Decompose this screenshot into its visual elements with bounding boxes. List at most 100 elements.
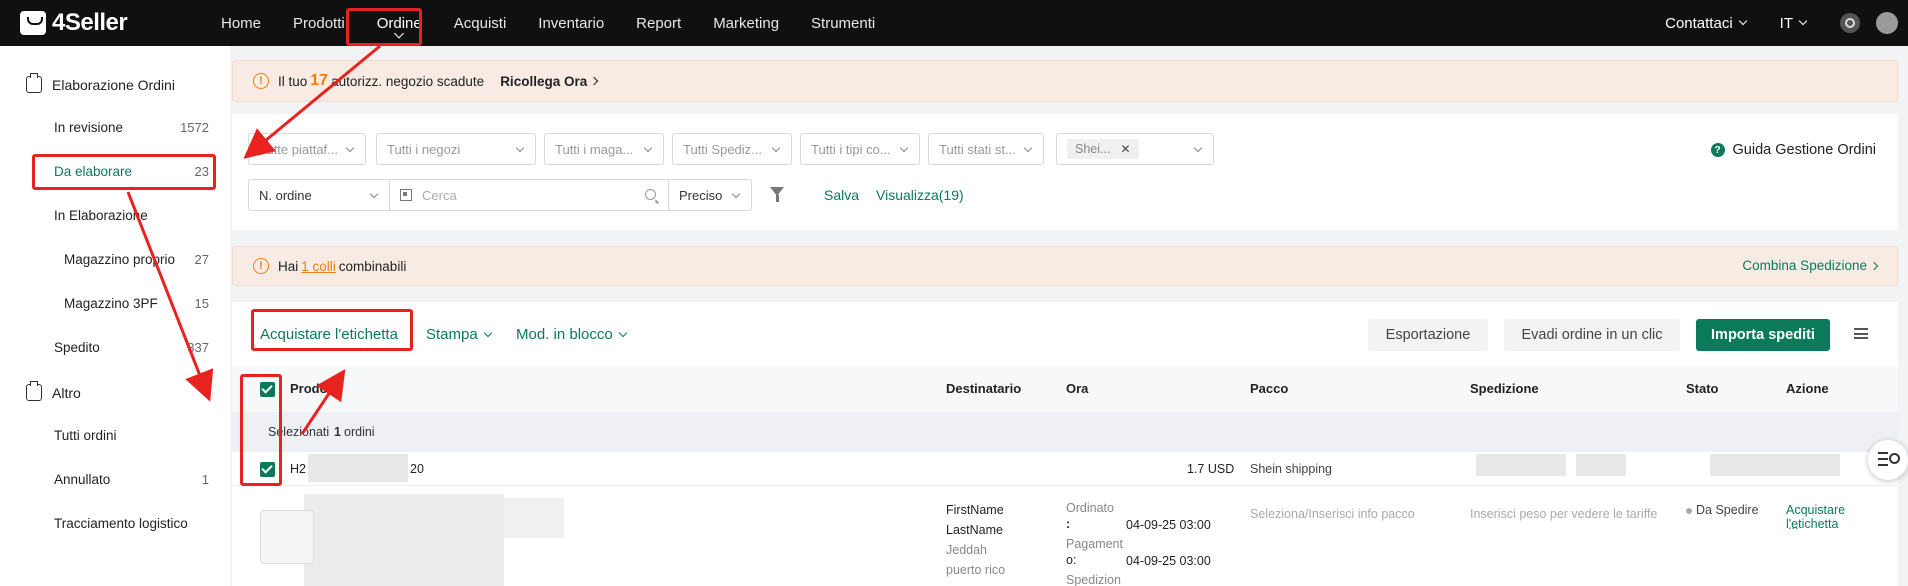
- sidebar-item-shipped[interactable]: Spedito 337: [54, 340, 209, 355]
- filter-panel: Tutte piattaf... Tutti i negozi Tutti i …: [232, 114, 1898, 230]
- platform-select[interactable]: Tutte piattaf...: [248, 133, 366, 165]
- annotation-box-buy-label: [251, 309, 413, 351]
- top-navigation-bar: 4Seller Home Prodotti Ordine Acquisti In…: [0, 0, 1908, 46]
- save-link[interactable]: Salva: [824, 187, 859, 203]
- search-input[interactable]: Cerca: [389, 179, 669, 211]
- ordered-label: Ordinato: [1066, 501, 1114, 515]
- sidebar-item-count: 337: [187, 340, 209, 355]
- sidebar-item-in-review[interactable]: In revisione 1572: [54, 120, 209, 135]
- order-guide-link[interactable]: ? Guida Gestione Ordini: [1710, 142, 1876, 158]
- settings-gear-icon[interactable]: [1840, 13, 1860, 33]
- nav-marketing[interactable]: Marketing: [697, 0, 795, 46]
- sidebar-item-in-processing[interactable]: In Elaborazione: [54, 208, 209, 223]
- sidebar-item-label: In revisione: [54, 120, 124, 135]
- chevron-down-icon: [643, 143, 653, 153]
- contact-menu[interactable]: Contattaci: [1665, 15, 1747, 32]
- sidebar-item-own-warehouse[interactable]: Magazzino proprio 27: [64, 252, 209, 267]
- language-menu[interactable]: IT: [1780, 15, 1808, 32]
- view-link[interactable]: Visualizza(19): [876, 187, 964, 203]
- shipping-select[interactable]: Tutti Spediz...: [672, 133, 792, 165]
- chevron-down-icon: [899, 143, 909, 153]
- combine-shipment-link[interactable]: Combina Spedizione: [1742, 258, 1879, 273]
- selected-count: 1: [334, 425, 341, 439]
- print-menu[interactable]: Stampa: [426, 326, 492, 343]
- one-click-fulfill-button[interactable]: Evadi ordine in un clic: [1504, 319, 1680, 351]
- sidebar-group-label: Elaborazione Ordini: [52, 76, 175, 93]
- selected-suffix: ordini: [344, 425, 375, 439]
- alert-suffix: combinabili: [338, 258, 407, 274]
- select-value: Tutti i maga...: [555, 141, 634, 157]
- sidebar-item-3pf-warehouse[interactable]: Magazzino 3PF 15: [64, 296, 209, 311]
- select-value: Tutte piattaf...: [259, 141, 339, 157]
- ordered-time: 04-09-25 03:00: [1126, 518, 1211, 532]
- store-select[interactable]: Tutti i negozi: [376, 133, 536, 165]
- scan-icon: [400, 189, 412, 201]
- select-value: Tutti stati st...: [939, 141, 1016, 157]
- select-value: N. ordine: [259, 187, 312, 203]
- sidebar-item-all-orders[interactable]: Tutti ordini: [54, 428, 209, 443]
- redacted-info: [1476, 454, 1566, 476]
- warning-icon: !: [253, 73, 269, 89]
- table-header: Prodotti Destinatario Ora Pacco Spedizio…: [232, 366, 1898, 412]
- avatar[interactable]: [1876, 12, 1898, 34]
- annotation-box-to-process: [32, 154, 216, 190]
- chevron-down-icon: [731, 189, 741, 199]
- row-more-actions[interactable]: ...: [1788, 518, 1798, 532]
- col-products: Prodotti: [290, 381, 340, 396]
- col-time: Ora: [1066, 381, 1089, 396]
- chevron-down-icon: [345, 143, 355, 153]
- packages-link[interactable]: 1 colli: [301, 259, 336, 274]
- close-icon[interactable]: ✕: [1120, 142, 1130, 156]
- order-row[interactable]: H2 20 1.7 USD Shein shipping: [232, 452, 1898, 486]
- warehouse-select[interactable]: Tutti i maga...: [544, 133, 664, 165]
- app-logo[interactable]: 4Seller: [20, 9, 205, 37]
- order-field-select[interactable]: N. ordine: [248, 179, 390, 211]
- expired-count: 17: [310, 72, 329, 89]
- search-icon[interactable]: [645, 189, 656, 200]
- sidebar-item-cancelled[interactable]: Annullato 1: [54, 472, 209, 487]
- chevron-down-icon: [483, 328, 492, 337]
- order-id-end: 20: [410, 462, 424, 476]
- type-select[interactable]: Tutti i tipi co...: [800, 133, 920, 165]
- nav-purchases[interactable]: Acquisti: [438, 0, 523, 46]
- annotation-box-checkboxes: [240, 374, 282, 486]
- redacted-product: [504, 498, 564, 538]
- match-mode-select[interactable]: Preciso: [668, 179, 752, 211]
- chevron-down-icon: [1023, 143, 1033, 153]
- filter-icon[interactable]: [770, 187, 784, 202]
- package-info-placeholder[interactable]: Seleziona/Inserisci info pacco: [1250, 507, 1415, 521]
- search-group: N. ordine Cerca Preciso: [248, 179, 752, 211]
- row-buy-label-link[interactable]: Acquistare l'etichetta: [1786, 503, 1898, 531]
- status-select[interactable]: Tutti stati st...: [928, 133, 1044, 165]
- product-thumbnail[interactable]: [260, 510, 314, 564]
- sidebar-group-order-processing[interactable]: Elaborazione Ordini: [26, 73, 175, 93]
- nav-report[interactable]: Report: [620, 0, 697, 46]
- reconnect-link[interactable]: Ricollega Ora: [500, 74, 599, 89]
- redacted-product: [304, 494, 504, 586]
- select-value: Tutti i tipi co...: [811, 141, 891, 157]
- nav-home[interactable]: Home: [205, 0, 277, 46]
- platform-tag-select[interactable]: Shei... ✕: [1056, 133, 1214, 165]
- chevron-down-icon: [515, 143, 525, 153]
- sidebar-item-logistics-tracking[interactable]: Tracciamento logistico: [54, 516, 209, 531]
- redacted-info: [1710, 454, 1840, 476]
- floating-search-icon[interactable]: [1868, 440, 1908, 480]
- col-action: Azione: [1786, 381, 1829, 396]
- column-settings-icon[interactable]: [1854, 328, 1868, 339]
- select-value: Tutti i negozi: [387, 141, 461, 157]
- paid-time: 04-09-25 03:00: [1126, 554, 1211, 568]
- nav-inventory[interactable]: Inventario: [522, 0, 620, 46]
- select-value: Preciso: [679, 187, 723, 203]
- bulk-edit-menu[interactable]: Mod. in blocco: [516, 326, 627, 343]
- combinable-packages-alert: ! Hai 1 colli combinabili Combina Spediz…: [232, 246, 1898, 286]
- orders-table-card: Acquistare l'etichetta Stampa Mod. in bl…: [232, 302, 1898, 586]
- nav-tools[interactable]: Strumenti: [795, 0, 891, 46]
- sidebar-item-count: 15: [194, 296, 209, 311]
- sidebar-group-other[interactable]: Altro: [26, 381, 81, 401]
- alert-prefix: Il tuo: [278, 73, 308, 89]
- import-shipped-button[interactable]: Importa spediti: [1696, 319, 1830, 351]
- export-button[interactable]: Esportazione: [1368, 319, 1488, 351]
- bulk-label: Mod. in blocco: [516, 326, 613, 343]
- alert-prefix: Hai: [278, 258, 299, 274]
- status-label: Da Spedire: [1696, 503, 1759, 517]
